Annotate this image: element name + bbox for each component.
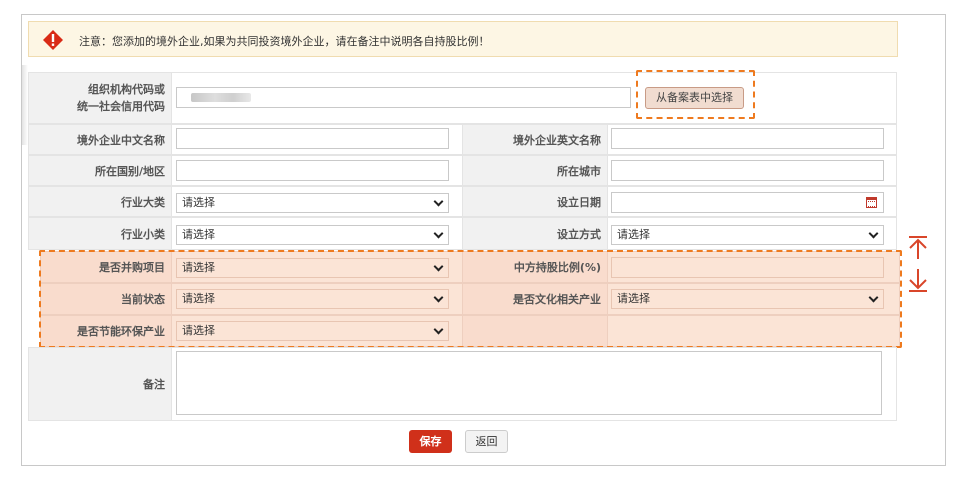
cn-name-input[interactable] (176, 128, 449, 149)
chevron-down-icon (433, 228, 444, 239)
highlight-box-pick (636, 70, 755, 119)
scroll-top-icon[interactable] (907, 235, 929, 261)
back-button[interactable]: 返回 (465, 430, 508, 453)
calendar-icon[interactable] (866, 197, 877, 208)
scroll-bottom-icon[interactable] (907, 267, 929, 293)
country-input[interactable] (176, 160, 449, 181)
org-code-label: 组织机构代码或 统一社会信用代码 (28, 72, 172, 124)
blurred-value (191, 93, 251, 102)
setup-date-label: 设立日期 (462, 186, 608, 217)
highlight-box-fields (39, 250, 902, 348)
save-button[interactable]: 保存 (409, 430, 452, 453)
industry-major-label: 行业大类 (28, 186, 172, 217)
warning-diamond-icon (43, 30, 63, 50)
chevron-down-icon (433, 196, 444, 207)
industry-major-select[interactable]: 请选择 (176, 193, 449, 213)
notice-text: 注意：您添加的境外企业,如果为共同投资境外企业，请在备注中说明各自持股比例！ (79, 35, 490, 48)
en-name-input[interactable] (611, 128, 884, 149)
industry-minor-select[interactable]: 请选择 (176, 225, 449, 245)
setup-date-input[interactable] (611, 192, 884, 213)
industry-minor-label: 行业小类 (28, 217, 172, 250)
org-code-input[interactable] (176, 87, 631, 108)
country-label: 所在国别/地区 (28, 155, 172, 186)
org-code-label-line2: 统一社会信用代码 (77, 100, 165, 113)
city-input[interactable] (611, 160, 884, 181)
remarks-textarea[interactable] (176, 351, 882, 415)
remarks-label: 备注 (28, 347, 172, 421)
cn-name-label: 境外企业中文名称 (28, 124, 172, 155)
setup-method-select[interactable]: 请选择 (611, 225, 884, 245)
setup-method-label: 设立方式 (462, 217, 608, 250)
org-code-label-line1: 组织机构代码或 (88, 83, 165, 96)
notice-bar: 注意：您添加的境外企业,如果为共同投资境外企业，请在备注中说明各自持股比例！ (28, 21, 898, 57)
en-name-label: 境外企业英文名称 (462, 124, 608, 155)
chevron-down-icon (868, 228, 879, 239)
city-label: 所在城市 (462, 155, 608, 186)
